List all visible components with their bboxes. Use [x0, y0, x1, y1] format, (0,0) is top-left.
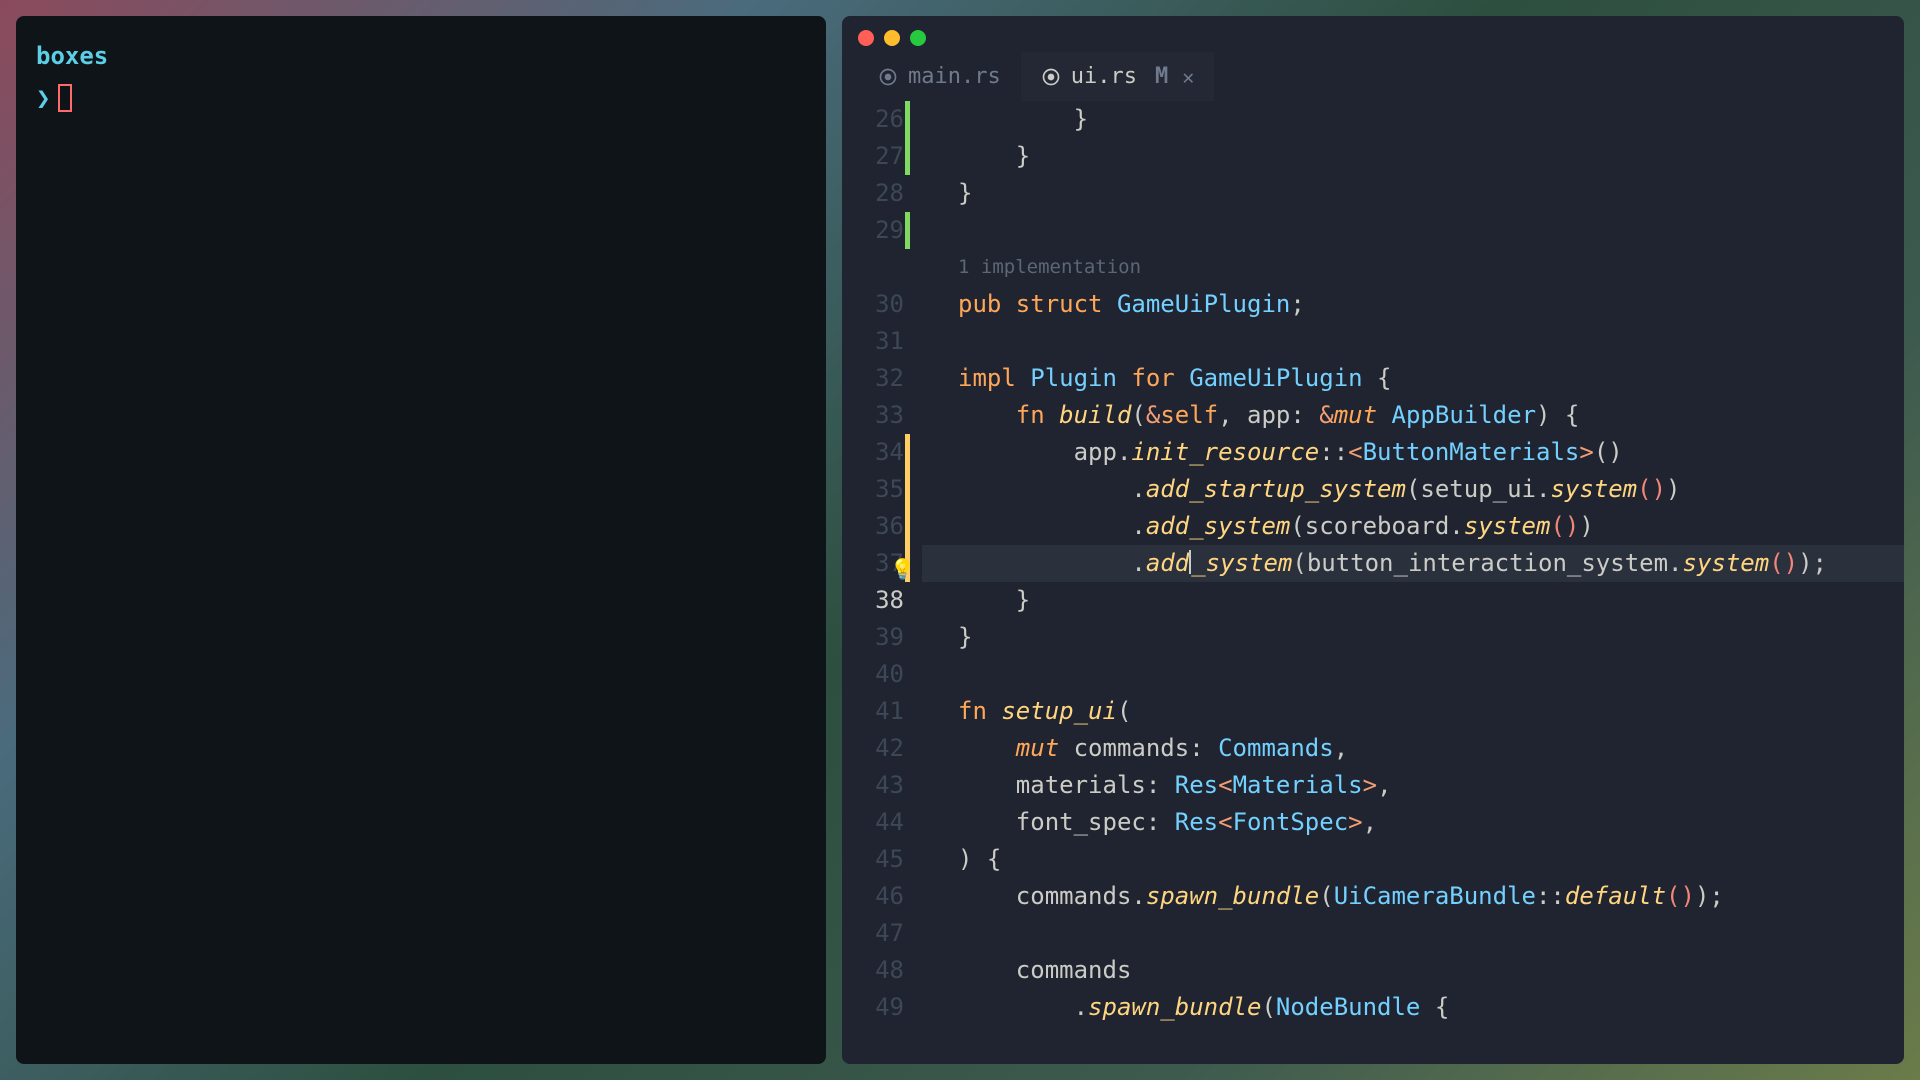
line-number: 41 [842, 693, 904, 730]
code-line[interactable]: .add_system(scoreboard.system()) [922, 508, 1904, 545]
code-line[interactable] [922, 212, 1904, 249]
editor-pane: main.rs ui.rs M ✕ 26272829 30313233343536… [842, 16, 1904, 1064]
change-indicator [905, 138, 910, 175]
code-content[interactable]: } }} 1 implementationpub struct GameUiPlu… [922, 101, 1904, 1064]
code-line[interactable]: } [922, 175, 1904, 212]
line-number: 45 [842, 841, 904, 878]
code-line[interactable]: .add_system(button_interaction_system.sy… [922, 545, 1904, 582]
code-line[interactable]: commands.spawn_bundle(UiCameraBundle::de… [922, 878, 1904, 915]
code-line[interactable]: .add_startup_system(setup_ui.system()) [922, 471, 1904, 508]
tab-label: ui.rs [1071, 64, 1137, 89]
code-line[interactable] [922, 323, 1904, 360]
code-line[interactable] [922, 656, 1904, 693]
line-number: 34 [842, 434, 904, 471]
close-window-button[interactable] [858, 30, 874, 46]
line-number: 29 [842, 212, 904, 249]
code-line[interactable]: app.init_resource::<ButtonMaterials>() [922, 434, 1904, 471]
line-number: 43 [842, 767, 904, 804]
line-number: 26 [842, 101, 904, 138]
line-number: 27 [842, 138, 904, 175]
code-line[interactable]: font_spec: Res<FontSpec>, [922, 804, 1904, 841]
line-number: 33 [842, 397, 904, 434]
code-line[interactable]: impl Plugin for GameUiPlugin { [922, 360, 1904, 397]
code-line[interactable]: commands [922, 952, 1904, 989]
modified-indicator: M [1155, 64, 1168, 89]
code-line[interactable]: } [922, 138, 1904, 175]
text-cursor [1189, 550, 1191, 574]
rust-icon [878, 67, 898, 87]
line-number: 32 [842, 360, 904, 397]
change-indicator [905, 471, 910, 508]
tab-bar: main.rs ui.rs M ✕ [842, 52, 1904, 101]
code-line[interactable]: materials: Res<Materials>, [922, 767, 1904, 804]
line-number: 38 [842, 582, 904, 619]
maximize-window-button[interactable] [910, 30, 926, 46]
code-area[interactable]: 262728293031323334353637💡383940414243444… [842, 101, 1904, 1064]
line-number: 28 [842, 175, 904, 212]
close-icon[interactable]: ✕ [1182, 65, 1194, 89]
code-line[interactable]: fn build(&self, app: &mut AppBuilder) { [922, 397, 1904, 434]
codelens-hint[interactable]: 1 implementation [922, 249, 1904, 286]
window-controls [842, 16, 1904, 56]
line-number: 37💡 [842, 545, 904, 582]
terminal-prompt[interactable]: ❯ [36, 82, 806, 116]
line-number: 35 [842, 471, 904, 508]
line-gutter: 262728293031323334353637💡383940414243444… [842, 101, 922, 1064]
line-number: 31 [842, 323, 904, 360]
change-indicator [905, 101, 910, 138]
terminal-pane[interactable]: boxes ❯ [16, 16, 826, 1064]
minimize-window-button[interactable] [884, 30, 900, 46]
line-number: 36 [842, 508, 904, 545]
line-number: 46 [842, 878, 904, 915]
code-line[interactable]: fn setup_ui( [922, 693, 1904, 730]
code-line[interactable] [922, 915, 1904, 952]
terminal-cursor [58, 84, 72, 112]
line-number: 47 [842, 915, 904, 952]
change-indicator [905, 508, 910, 545]
code-line[interactable]: mut commands: Commands, [922, 730, 1904, 767]
change-indicator [905, 434, 910, 471]
terminal-title: boxes [36, 40, 806, 74]
line-number: 44 [842, 804, 904, 841]
code-line[interactable]: ) { [922, 841, 1904, 878]
tab-ui-rs[interactable]: ui.rs M ✕ [1021, 52, 1215, 101]
tab-label: main.rs [908, 64, 1001, 89]
line-number: 40 [842, 656, 904, 693]
line-number: 30 [842, 286, 904, 323]
gutter-spacer [842, 249, 904, 286]
code-line[interactable]: .spawn_bundle(NodeBundle { [922, 989, 1904, 1026]
code-line[interactable]: pub struct GameUiPlugin; [922, 286, 1904, 323]
code-line[interactable]: } [922, 619, 1904, 656]
line-number: 42 [842, 730, 904, 767]
code-line[interactable]: } [922, 582, 1904, 619]
line-number: 48 [842, 952, 904, 989]
tab-main-rs[interactable]: main.rs [858, 52, 1021, 101]
prompt-symbol: ❯ [36, 82, 50, 116]
rust-icon [1041, 67, 1061, 87]
line-number: 49 [842, 989, 904, 1026]
change-indicator [905, 212, 910, 249]
line-number: 39 [842, 619, 904, 656]
code-line[interactable]: } [922, 101, 1904, 138]
